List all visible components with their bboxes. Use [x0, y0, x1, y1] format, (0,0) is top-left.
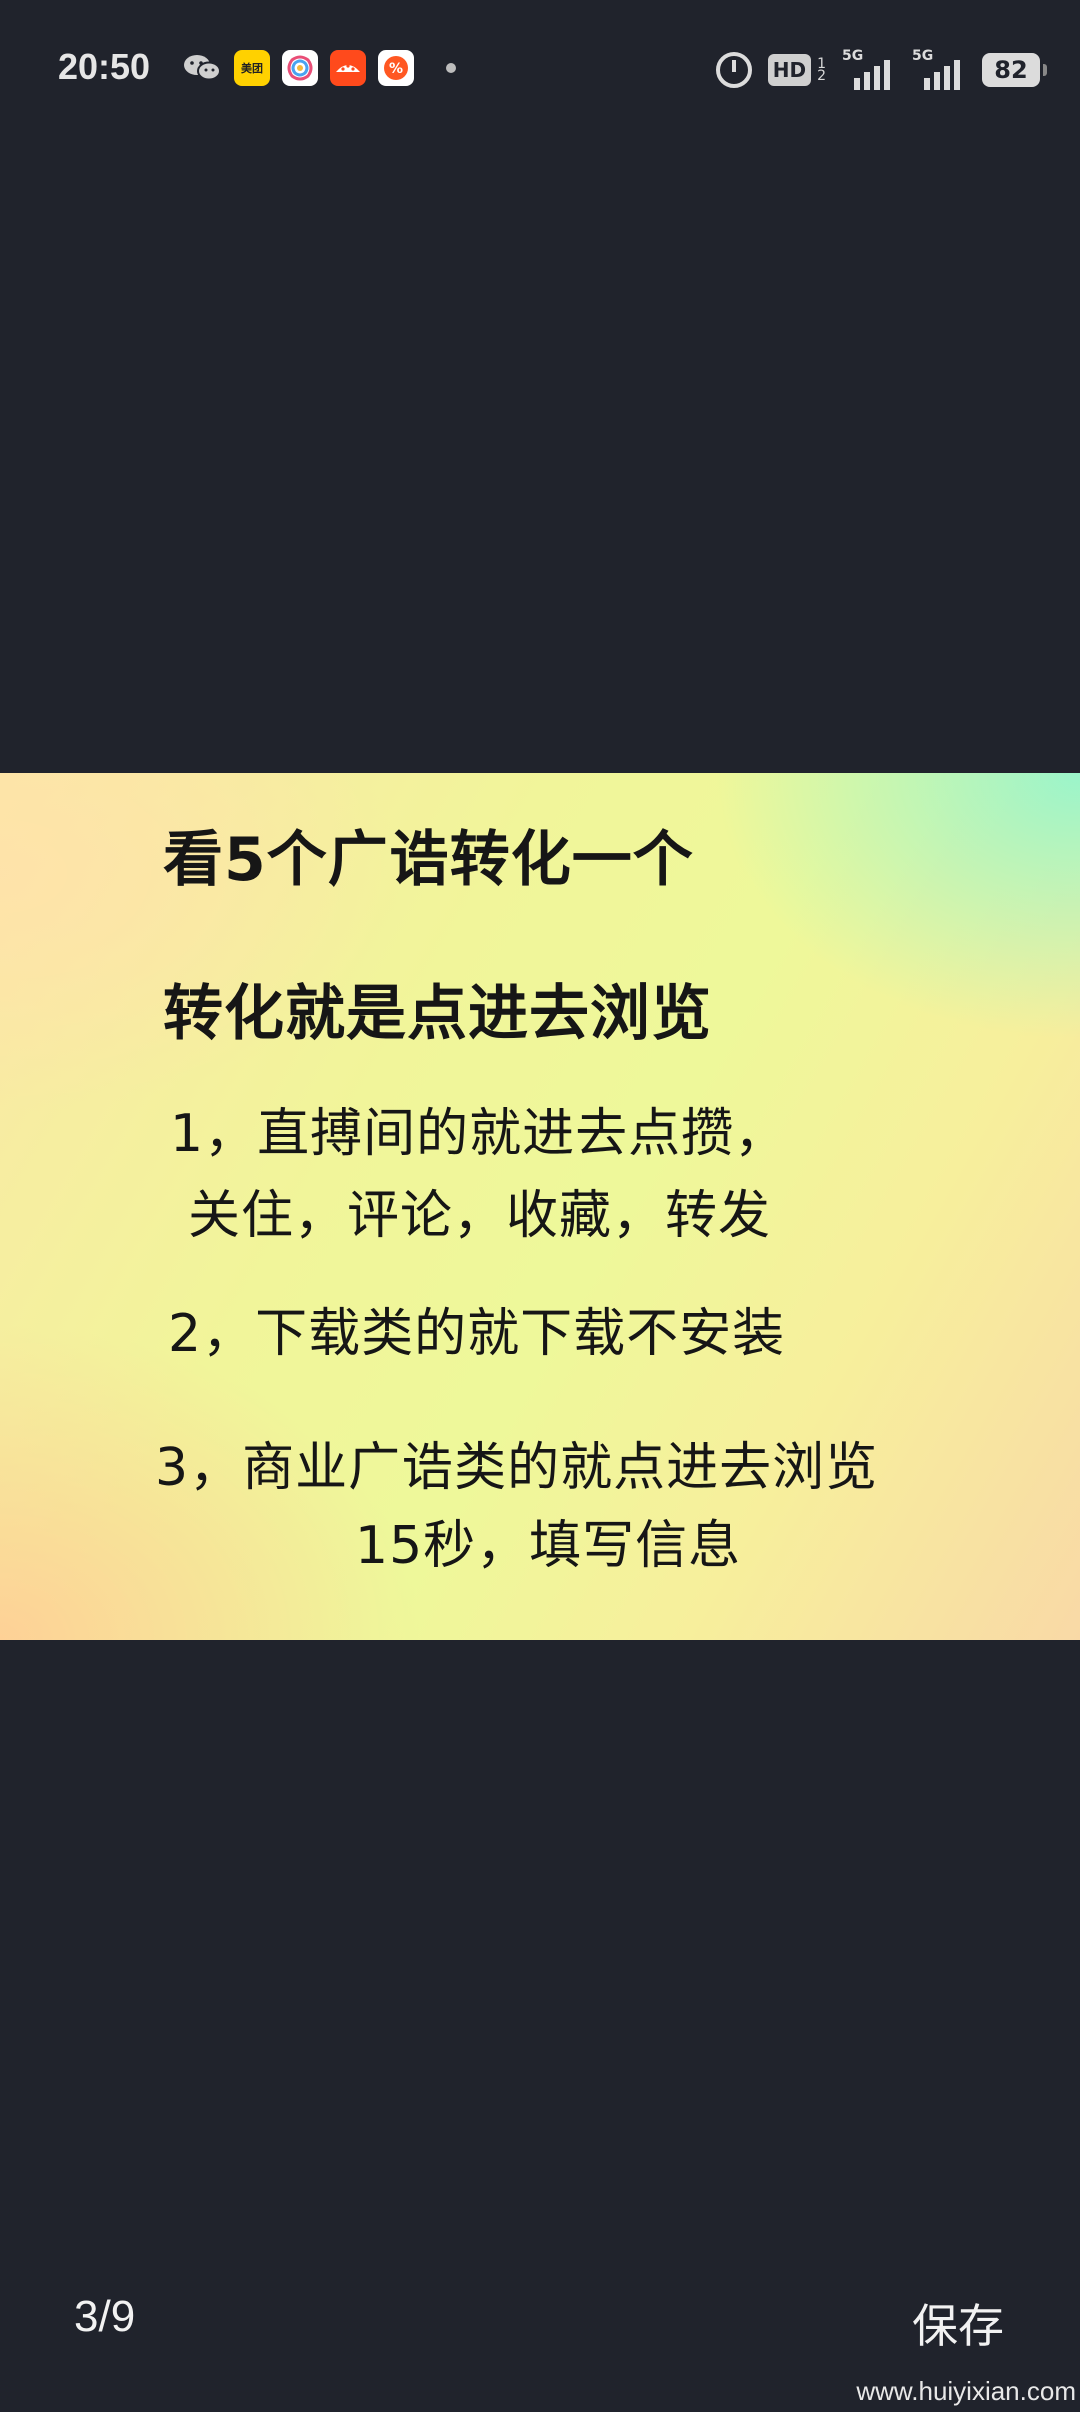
alarm-icon	[715, 52, 752, 88]
notification-icons: 美团 %	[182, 50, 456, 86]
image-item-1-line-2: 关住，评论，收藏，转发	[188, 1186, 772, 1246]
image-title-line-2: 转化就是点进去浏览	[163, 979, 712, 1049]
image-item-3-line-1: 3，商业广诰类的就点进去浏览	[155, 1438, 879, 1498]
red-app-icon	[330, 50, 366, 86]
image-viewer-screen: 20:50 美团 % HD 1 2 5G 5G 82 看5个广诰转化一个 转化就…	[0, 0, 1080, 2412]
colorful-app-icon	[282, 50, 318, 86]
signal-icon-sim1: 5G	[842, 48, 896, 90]
save-button[interactable]: 保存	[912, 2290, 1004, 2356]
wechat-icon	[182, 50, 222, 86]
viewed-image[interactable]: 看5个广诰转化一个 转化就是点进去浏览 1，直搏间的就进去点攒， 关住，评论，收…	[0, 773, 1080, 1640]
battery-icon: 82	[982, 53, 1047, 87]
image-title-line-1: 看5个广诰转化一个	[163, 825, 694, 895]
hd-sub-2: 2	[817, 68, 826, 84]
hd-icon: HD	[767, 54, 812, 86]
system-icons: HD 1 2 5G 5G 82	[715, 48, 1047, 90]
watermark-text: www.huiyixian.com	[856, 2376, 1076, 2406]
image-item-2-line-1: 2，下载类的就下载不安装	[168, 1304, 786, 1364]
hd-sub-labels: 1 2	[817, 57, 826, 84]
status-time: 20:50	[58, 46, 151, 87]
redpacket-app-icon: %	[378, 50, 414, 86]
image-item-1-line-1: 1，直搏间的就进去点攒，	[170, 1104, 788, 1164]
image-item-3-line-2: 15秒，填写信息	[355, 1516, 742, 1576]
signal-icon-sim2: 5G	[912, 48, 966, 90]
page-indicator: 3/9	[74, 2292, 136, 2341]
more-notifications-dot	[446, 63, 456, 73]
meituan-icon: 美团	[234, 50, 270, 86]
status-bar: 20:50 美团 % HD 1 2 5G 5G 82	[0, 0, 1080, 140]
svg-text:%: %	[389, 61, 403, 77]
